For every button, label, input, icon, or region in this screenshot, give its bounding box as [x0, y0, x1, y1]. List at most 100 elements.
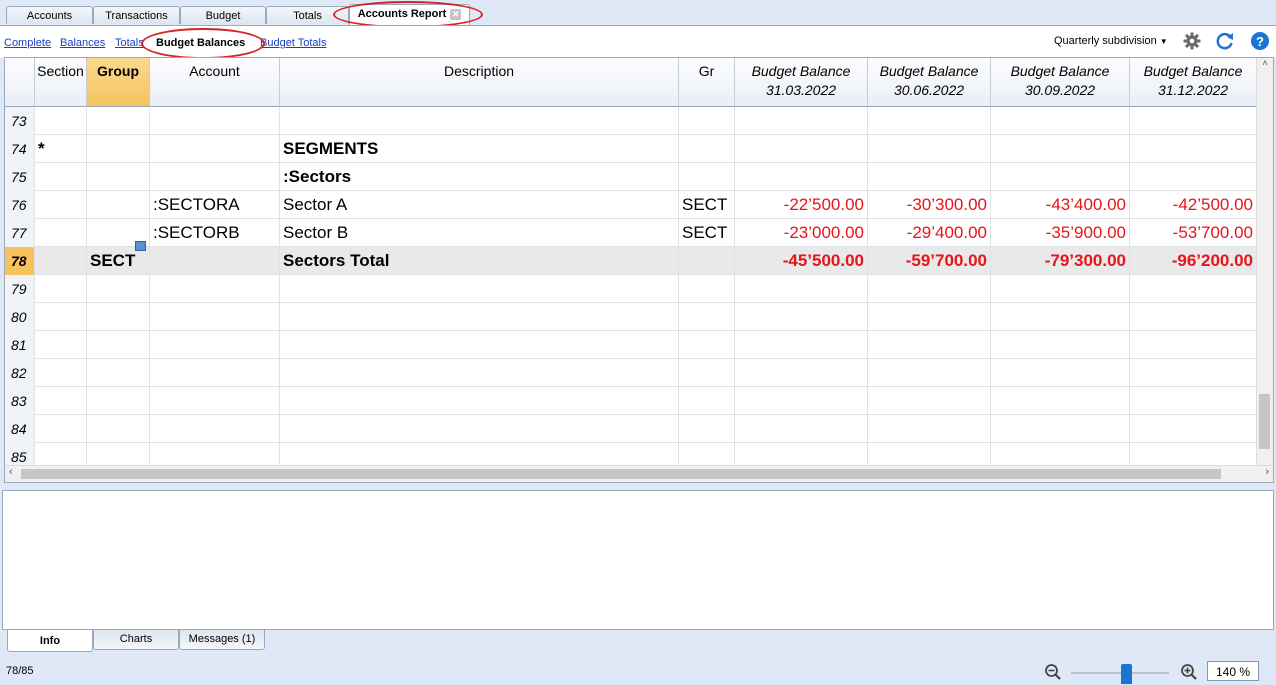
- cell-budget-q1[interactable]: [735, 359, 868, 387]
- subdivision-dropdown[interactable]: Quarterly subdivision ▼: [1054, 35, 1168, 47]
- row-number[interactable]: 83: [5, 387, 35, 415]
- table-row[interactable]: 77:SECTORB Sector B SECT -23’000.00 -29’400.…: [5, 219, 1257, 247]
- cell-description[interactable]: Sector B: [280, 219, 679, 247]
- cell-budget-q1[interactable]: -45’500.00: [735, 247, 868, 275]
- cell-section[interactable]: [35, 359, 87, 387]
- note-icon[interactable]: [135, 241, 146, 251]
- tab-messages[interactable]: Messages (1): [179, 630, 265, 650]
- row-number[interactable]: 81: [5, 331, 35, 359]
- column-header-account[interactable]: Account: [150, 58, 280, 107]
- cell-budget-q4[interactable]: [1130, 303, 1257, 331]
- link-totals[interactable]: Totals: [115, 37, 144, 49]
- gear-icon[interactable]: [1182, 31, 1202, 51]
- cell-description[interactable]: SEGMENTS: [280, 135, 679, 163]
- table-row[interactable]: 76:SECTORA Sector A SECT -22’500.00 -30’300.…: [5, 191, 1257, 219]
- cell-description[interactable]: [280, 387, 679, 415]
- cell-description[interactable]: [280, 359, 679, 387]
- tab-accounts[interactable]: Accounts: [6, 6, 93, 24]
- cell-budget-q3[interactable]: [991, 303, 1130, 331]
- table-row[interactable]: 80: [5, 303, 1257, 331]
- scroll-left-icon[interactable]: ‹: [9, 466, 13, 478]
- cell-description[interactable]: [280, 303, 679, 331]
- cell-budget-q4[interactable]: -42’500.00: [1130, 191, 1257, 219]
- cell-budget-q3[interactable]: [991, 275, 1130, 303]
- cell-section[interactable]: [35, 191, 87, 219]
- row-number[interactable]: 73: [5, 107, 35, 135]
- cell-account[interactable]: [150, 163, 280, 191]
- cell-account[interactable]: [150, 247, 280, 275]
- cell-budget-q2[interactable]: [868, 359, 991, 387]
- scroll-up-icon[interactable]: ˄: [1257, 58, 1273, 68]
- cell-budget-q1[interactable]: -23’000.00: [735, 219, 868, 247]
- cell-section[interactable]: [35, 107, 87, 135]
- cell-description[interactable]: Sector A: [280, 191, 679, 219]
- link-complete[interactable]: Complete: [4, 37, 51, 49]
- cell-budget-q3[interactable]: [991, 107, 1130, 135]
- cell-budget-q2[interactable]: [868, 275, 991, 303]
- cell-budget-q2[interactable]: [868, 331, 991, 359]
- cell-gr[interactable]: [679, 331, 735, 359]
- cell-gr[interactable]: [679, 247, 735, 275]
- cell-budget-q1[interactable]: [735, 275, 868, 303]
- cell-section[interactable]: *: [35, 135, 87, 163]
- cell-budget-q4[interactable]: [1130, 107, 1257, 135]
- link-budget-balances[interactable]: Budget Balances: [156, 37, 246, 49]
- cell-budget-q2[interactable]: -59’700.00: [868, 247, 991, 275]
- cell-budget-q3[interactable]: -35’900.00: [991, 219, 1130, 247]
- tab-info[interactable]: Info: [7, 630, 93, 652]
- cell-description[interactable]: [280, 275, 679, 303]
- vertical-scrollbar[interactable]: ˄: [1256, 58, 1273, 467]
- cell-budget-q3[interactable]: [991, 135, 1130, 163]
- cell-group[interactable]: [87, 135, 150, 163]
- cell-budget-q3[interactable]: [991, 387, 1130, 415]
- cell-group[interactable]: [87, 387, 150, 415]
- cell-budget-q2[interactable]: [868, 135, 991, 163]
- row-number[interactable]: 76: [5, 191, 35, 219]
- cell-budget-q4[interactable]: [1130, 135, 1257, 163]
- tab-transactions[interactable]: Transactions: [93, 6, 180, 24]
- cell-budget-q1[interactable]: [735, 107, 868, 135]
- tab-budget[interactable]: Budget: [180, 6, 266, 24]
- cell-account[interactable]: [150, 107, 280, 135]
- cell-budget-q1[interactable]: -22’500.00: [735, 191, 868, 219]
- zoom-level-field[interactable]: 140 %: [1207, 661, 1259, 681]
- cell-budget-q1[interactable]: [735, 163, 868, 191]
- column-header-budget-q2[interactable]: Budget Balance 30.06.2022: [868, 58, 991, 107]
- cell-budget-q4[interactable]: [1130, 387, 1257, 415]
- scroll-thumb[interactable]: [21, 469, 1221, 479]
- cell-budget-q1[interactable]: [735, 303, 868, 331]
- table-row[interactable]: 75:Sectors: [5, 163, 1257, 191]
- column-header-gr[interactable]: Gr: [679, 58, 735, 107]
- scroll-right-icon[interactable]: ›: [1265, 466, 1269, 478]
- tab-charts[interactable]: Charts: [93, 630, 179, 650]
- cell-budget-q1[interactable]: [735, 415, 868, 443]
- table-row[interactable]: 81: [5, 331, 1257, 359]
- cell-section[interactable]: [35, 331, 87, 359]
- cell-section[interactable]: [35, 303, 87, 331]
- table-row[interactable]: 78 SECT Sectors Total -45’500.00 -59’700.00-…: [5, 241, 1257, 275]
- cell-budget-q4[interactable]: [1130, 415, 1257, 443]
- row-number[interactable]: 84: [5, 415, 35, 443]
- cell-gr[interactable]: [679, 275, 735, 303]
- column-header-section[interactable]: Section: [35, 58, 87, 107]
- refresh-icon[interactable]: [1215, 31, 1235, 51]
- cell-group[interactable]: SECT: [87, 247, 150, 275]
- cell-gr[interactable]: [679, 135, 735, 163]
- zoom-in-icon[interactable]: [1180, 663, 1198, 681]
- cell-section[interactable]: [35, 163, 87, 191]
- cell-group[interactable]: [87, 415, 150, 443]
- column-header-description[interactable]: Description: [280, 58, 679, 107]
- table-row[interactable]: 73: [5, 107, 1257, 135]
- cell-group[interactable]: [87, 303, 150, 331]
- cell-account[interactable]: [150, 415, 280, 443]
- cell-budget-q3[interactable]: [991, 163, 1130, 191]
- cell-gr[interactable]: SECT: [679, 191, 735, 219]
- cell-section[interactable]: [35, 275, 87, 303]
- zoom-out-icon[interactable]: [1044, 663, 1062, 681]
- cell-account[interactable]: [150, 387, 280, 415]
- cell-account[interactable]: :SECTORB: [150, 219, 280, 247]
- table-row[interactable]: 79: [5, 275, 1257, 303]
- cell-gr[interactable]: [679, 359, 735, 387]
- cell-account[interactable]: [150, 135, 280, 163]
- horizontal-scrollbar[interactable]: ‹ ›: [5, 465, 1273, 482]
